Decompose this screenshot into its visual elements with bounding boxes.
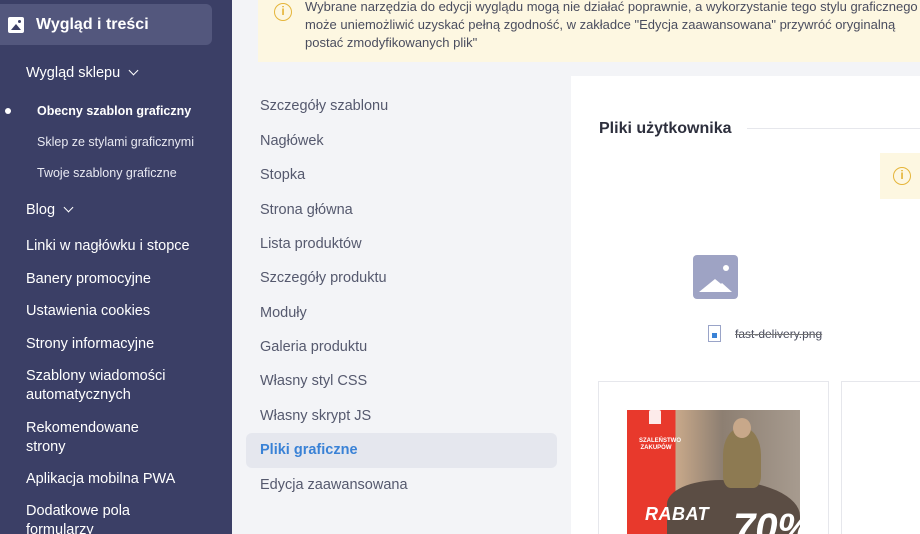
promo-percent: 70% <box>733 506 800 534</box>
divider <box>747 128 920 129</box>
subnav-home-page[interactable]: Strona główna <box>260 202 353 218</box>
sidebar-item-label: Wygląd i treści <box>36 15 149 33</box>
subnav-advanced-edit[interactable]: Edycja zaawansowana <box>260 477 408 493</box>
subnav-footer[interactable]: Stopka <box>260 167 305 183</box>
sidebar-group-store-look[interactable]: Wygląd sklepu <box>26 64 139 83</box>
subnav-custom-css[interactable]: Własny styl CSS <box>260 373 367 389</box>
sidebar-item-header-footer-links[interactable]: Linki w nagłówku i stopce <box>26 237 190 256</box>
sidebar-item-appearance[interactable]: Wygląd i treści <box>0 4 212 45</box>
sidebar-subitem-style-store[interactable]: Sklep ze stylami graficznymi <box>37 135 194 149</box>
subnav-header[interactable]: Nagłówek <box>260 133 324 149</box>
image-card[interactable] <box>841 381 920 534</box>
sidebar-item-blog[interactable]: Blog <box>26 201 74 220</box>
warning-icon: i <box>893 167 911 185</box>
sidebar-item-cookies[interactable]: Ustawienia cookies <box>26 302 150 321</box>
panel-warning: i <box>880 153 920 199</box>
sidebar-item-info-pages[interactable]: Strony informacyjne <box>26 335 154 354</box>
shopping-bag-icon <box>649 410 661 424</box>
image-placeholder-icon[interactable] <box>693 255 738 299</box>
sidebar-item-recommended-pages[interactable]: Rekomendowane strony <box>26 419 156 457</box>
subnav-product-details[interactable]: Szczegóły produktu <box>260 270 387 286</box>
file-icon <box>708 325 721 342</box>
subnav-graphic-files[interactable]: Pliki graficzne <box>260 442 358 458</box>
subnav-modules[interactable]: Moduły <box>260 305 307 321</box>
image-icon <box>8 16 24 33</box>
promo-word: RABAT <box>645 504 710 524</box>
sidebar-item-form-fields[interactable]: Dodatkowe pola formularzy <box>26 502 156 534</box>
sidebar-group-label: Wygląd sklepu <box>26 65 121 81</box>
warning-icon: i <box>274 3 292 21</box>
promo-badge: SZALEŃSTWO ZAKUPÓW <box>639 438 681 451</box>
subnav-custom-js[interactable]: Własny skrypt JS <box>260 408 371 424</box>
subnav-product-gallery[interactable]: Galeria produktu <box>260 339 367 355</box>
warning-notice-text: Wybrane narzędzia do edycji wyglądu mogą… <box>305 0 918 50</box>
sidebar-item-label: Blog <box>26 202 56 218</box>
panel-title: Pliki użytkownika <box>599 120 732 137</box>
warning-notice: i Wybrane narzędzia do edycji wyglądu mo… <box>258 0 920 62</box>
sidebar-item-pwa[interactable]: Aplikacja mobilna PWA <box>26 470 175 489</box>
subnav-template-details[interactable]: Szczegóły szablonu <box>260 98 388 114</box>
promo-image: SZALEŃSTWO ZAKUPÓW RABAT 70% <box>627 410 800 534</box>
chevron-down-icon <box>128 65 139 76</box>
file-name: fast-delivery.png <box>735 326 823 341</box>
file-item[interactable]: fast-delivery.png <box>708 325 822 342</box>
sidebar-item-message-templates[interactable]: Szablony wiadomości automatycznych <box>26 367 196 405</box>
sidebar-item-promo-banners[interactable]: Banery promocyjne <box>26 270 151 289</box>
sidebar-subitem-current-template[interactable]: Obecny szablon graficzny <box>37 104 191 118</box>
subnav-product-list[interactable]: Lista produktów <box>260 236 362 252</box>
sidebar-subitem-your-templates[interactable]: Twoje szablony graficzne <box>37 166 177 180</box>
active-dot-icon <box>5 108 11 114</box>
sidebar: Wygląd i treści Wygląd sklepu Obecny sza… <box>0 0 232 534</box>
user-files-panel: Pliki użytkownika i fast-delivery.png SZ… <box>571 76 920 534</box>
image-card[interactable]: SZALEŃSTWO ZAKUPÓW RABAT 70% <box>598 381 829 534</box>
chevron-down-icon <box>63 202 74 213</box>
